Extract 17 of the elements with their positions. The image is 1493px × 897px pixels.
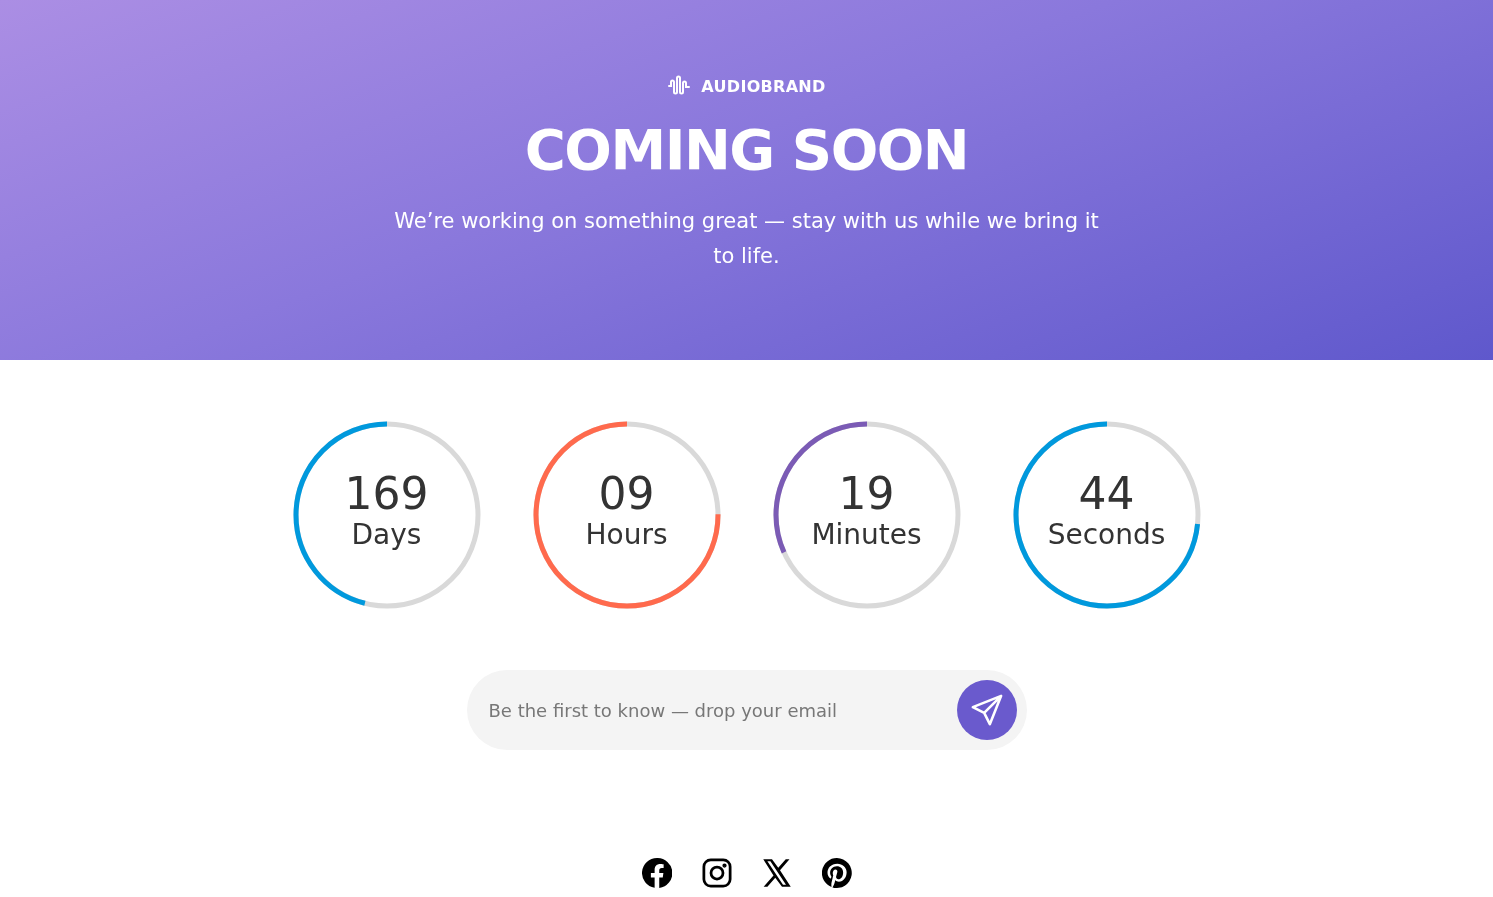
send-button[interactable] xyxy=(956,680,1017,740)
countdown-unit: Seconds xyxy=(1047,518,1166,552)
countdown-value: 09 xyxy=(598,470,655,518)
countdown-unit: Days xyxy=(351,518,422,552)
countdown-unit: Minutes xyxy=(811,518,922,552)
brand-name: AUDIOBRAND xyxy=(701,76,826,96)
page-title: COMING SOON xyxy=(524,122,969,178)
countdown-unit: Hours xyxy=(585,518,668,552)
countdown-value: 169 xyxy=(344,470,429,518)
subtitle: We’re working on something great — stay with us while we bring it to life. xyxy=(393,208,1100,270)
pinterest-icon[interactable] xyxy=(821,858,852,888)
instagram-icon[interactable] xyxy=(701,858,732,888)
countdown-value: 44 xyxy=(1078,470,1135,518)
countdown-value: 19 xyxy=(838,470,895,518)
x-logo-icon[interactable] xyxy=(761,858,792,888)
paper-plane-icon xyxy=(969,693,1004,727)
facebook-icon[interactable] xyxy=(641,858,672,888)
